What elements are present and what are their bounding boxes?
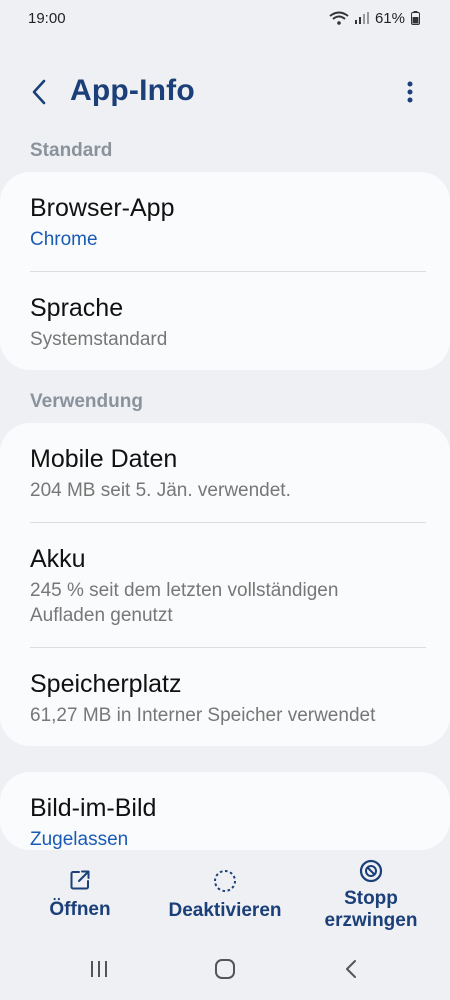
battery-row[interactable]: Akku 245 % seit dem letzten vollständige… [30,543,426,628]
wifi-icon [329,11,349,25]
open-external-icon [70,870,90,890]
storage-row[interactable]: Speicherplatz 61,27 MB in Interner Speic… [30,668,426,728]
usage-card: Mobile Daten 204 MB seit 5. Jän. verwend… [0,423,450,746]
back-nav-button[interactable] [342,958,360,985]
row-title: Akku [30,545,86,573]
recents-nav-button[interactable] [88,958,110,985]
back-nav-icon [346,960,356,978]
row-subtitle-line1: 245 % seit dem letzten vollständigen [30,580,339,601]
deactivate-button[interactable]: Deaktivieren [160,868,290,922]
open-button[interactable]: Öffnen [30,868,130,921]
row-subtitle: Chrome [30,229,98,250]
deactivate-icon [214,870,236,892]
force-stop-label-line2: erzwingen [324,910,418,931]
force-stop-icon [359,859,383,883]
mobile-data-row[interactable]: Mobile Daten 204 MB seit 5. Jän. verwend… [30,443,426,503]
back-button[interactable] [26,76,54,108]
section-label-usage: Verwendung [30,391,143,412]
browser-app-row[interactable]: Browser-App Chrome [30,192,426,252]
row-title: Sprache [30,294,124,322]
row-subtitle: Systemstandard [30,329,168,350]
more-options-button[interactable] [400,78,420,108]
row-title: Speicherplatz [30,670,182,698]
standard-card: Browser-App Chrome Sprache Systemstandar… [0,172,450,370]
system-nav-bar [0,940,450,1000]
divider [30,522,426,523]
row-subtitle-line2: Aufladen genutzt [30,605,173,626]
row-subtitle: Zugelassen [30,829,129,850]
status-time: 19:00 [28,9,66,27]
row-title: Browser-App [30,194,175,222]
app-bar: App-Info [0,64,450,120]
status-icons: 61% [329,10,420,27]
home-nav-button[interactable] [213,958,237,985]
signal-icon [354,12,369,24]
divider [30,647,426,648]
row-title: Bild-im-Bild [30,794,157,822]
language-row[interactable]: Sprache Systemstandard [30,292,426,352]
back-arrow-icon [32,79,46,105]
section-label-standard: Standard [30,140,113,161]
bottom-action-bar: Öffnen Deaktivieren Stopp erzwingen [0,850,450,940]
battery-percent: 61% [374,9,405,27]
force-stop-label-line1: Stopp [344,888,398,909]
page-title: App-Info [70,74,195,107]
deactivate-label: Deaktivieren [168,900,282,921]
row-title: Mobile Daten [30,445,178,473]
open-label: Öffnen [49,899,111,920]
pip-card: Bild-im-Bild Zugelassen [0,772,450,850]
row-subtitle: 204 MB seit 5. Jän. verwendet. [30,480,291,501]
status-bar: 19:00 61% [0,0,450,36]
row-subtitle: 61,27 MB in Interner Speicher verwendet [30,705,376,726]
force-stop-button[interactable]: Stopp erzwingen [316,858,426,932]
more-vertical-icon [407,81,413,103]
battery-icon [411,11,420,25]
pip-row[interactable]: Bild-im-Bild Zugelassen [30,792,426,850]
divider [30,271,426,272]
recents-nav-icon [91,961,107,977]
home-nav-icon [215,959,235,979]
